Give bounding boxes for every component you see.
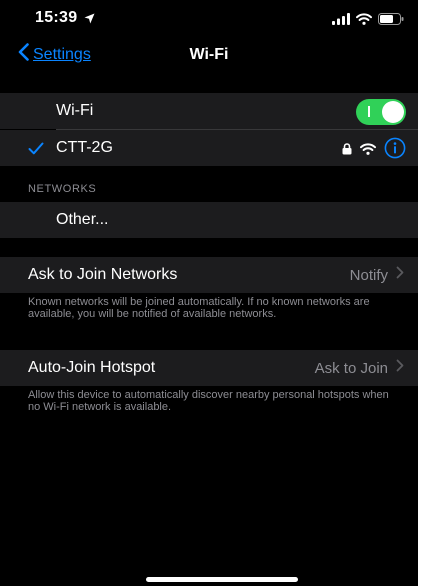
cellular-signal-icon <box>332 12 350 30</box>
wifi-toggle-switch[interactable] <box>356 99 406 125</box>
ask-to-join-value-group: Notify <box>350 266 404 284</box>
status-indicators <box>332 12 404 30</box>
wifi-toggle-label: Wi-Fi <box>56 102 94 119</box>
toggle-knob <box>382 101 404 123</box>
checkmark-icon <box>28 142 44 160</box>
navigation-bar: Settings Wi-Fi <box>0 38 418 72</box>
battery-icon <box>378 12 404 30</box>
status-time: 15:39 <box>35 9 78 26</box>
ask-to-join-label: Ask to Join Networks <box>28 266 178 283</box>
status-bar: 15:39 <box>0 0 418 38</box>
auto-join-hotspot-label: Auto-Join Hotspot <box>28 359 156 376</box>
wifi-settings-screen: 15:39 Settings Wi-Fi Wi-Fi CTT-2G NETWOR… <box>0 0 418 586</box>
auto-join-hotspot-value-group: Ask to Join <box>315 359 404 377</box>
current-network-name: CTT-2G <box>56 139 113 156</box>
ask-to-join-row[interactable]: Ask to Join Networks Notify <box>0 257 418 293</box>
chevron-right-icon <box>396 266 404 284</box>
networks-section-header: NETWORKS <box>28 183 97 195</box>
home-indicator[interactable] <box>146 577 298 582</box>
auto-join-hotspot-value: Ask to Join <box>314 359 388 377</box>
lock-icon <box>342 142 352 160</box>
wifi-icon <box>356 12 372 30</box>
network-status-icons <box>342 137 406 164</box>
wifi-signal-icon <box>360 142 376 160</box>
other-network-row[interactable]: Other... <box>0 202 418 238</box>
current-network-row[interactable]: CTT-2G <box>0 130 418 166</box>
info-icon[interactable] <box>384 137 406 164</box>
location-arrow-icon <box>84 11 95 29</box>
page-title: Wi-Fi <box>189 46 229 63</box>
other-network-label: Other... <box>56 211 109 228</box>
toggle-on-indicator <box>368 106 370 117</box>
ask-to-join-value: Notify <box>349 266 388 284</box>
auto-join-hotspot-row[interactable]: Auto-Join Hotspot Ask to Join <box>0 350 418 386</box>
ask-to-join-footnote: Known networks will be joined automatica… <box>28 296 370 320</box>
chevron-right-icon <box>396 359 404 377</box>
auto-join-hotspot-footnote: Allow this device to automatically disco… <box>28 389 389 413</box>
wifi-toggle-row: Wi-Fi <box>0 93 418 129</box>
